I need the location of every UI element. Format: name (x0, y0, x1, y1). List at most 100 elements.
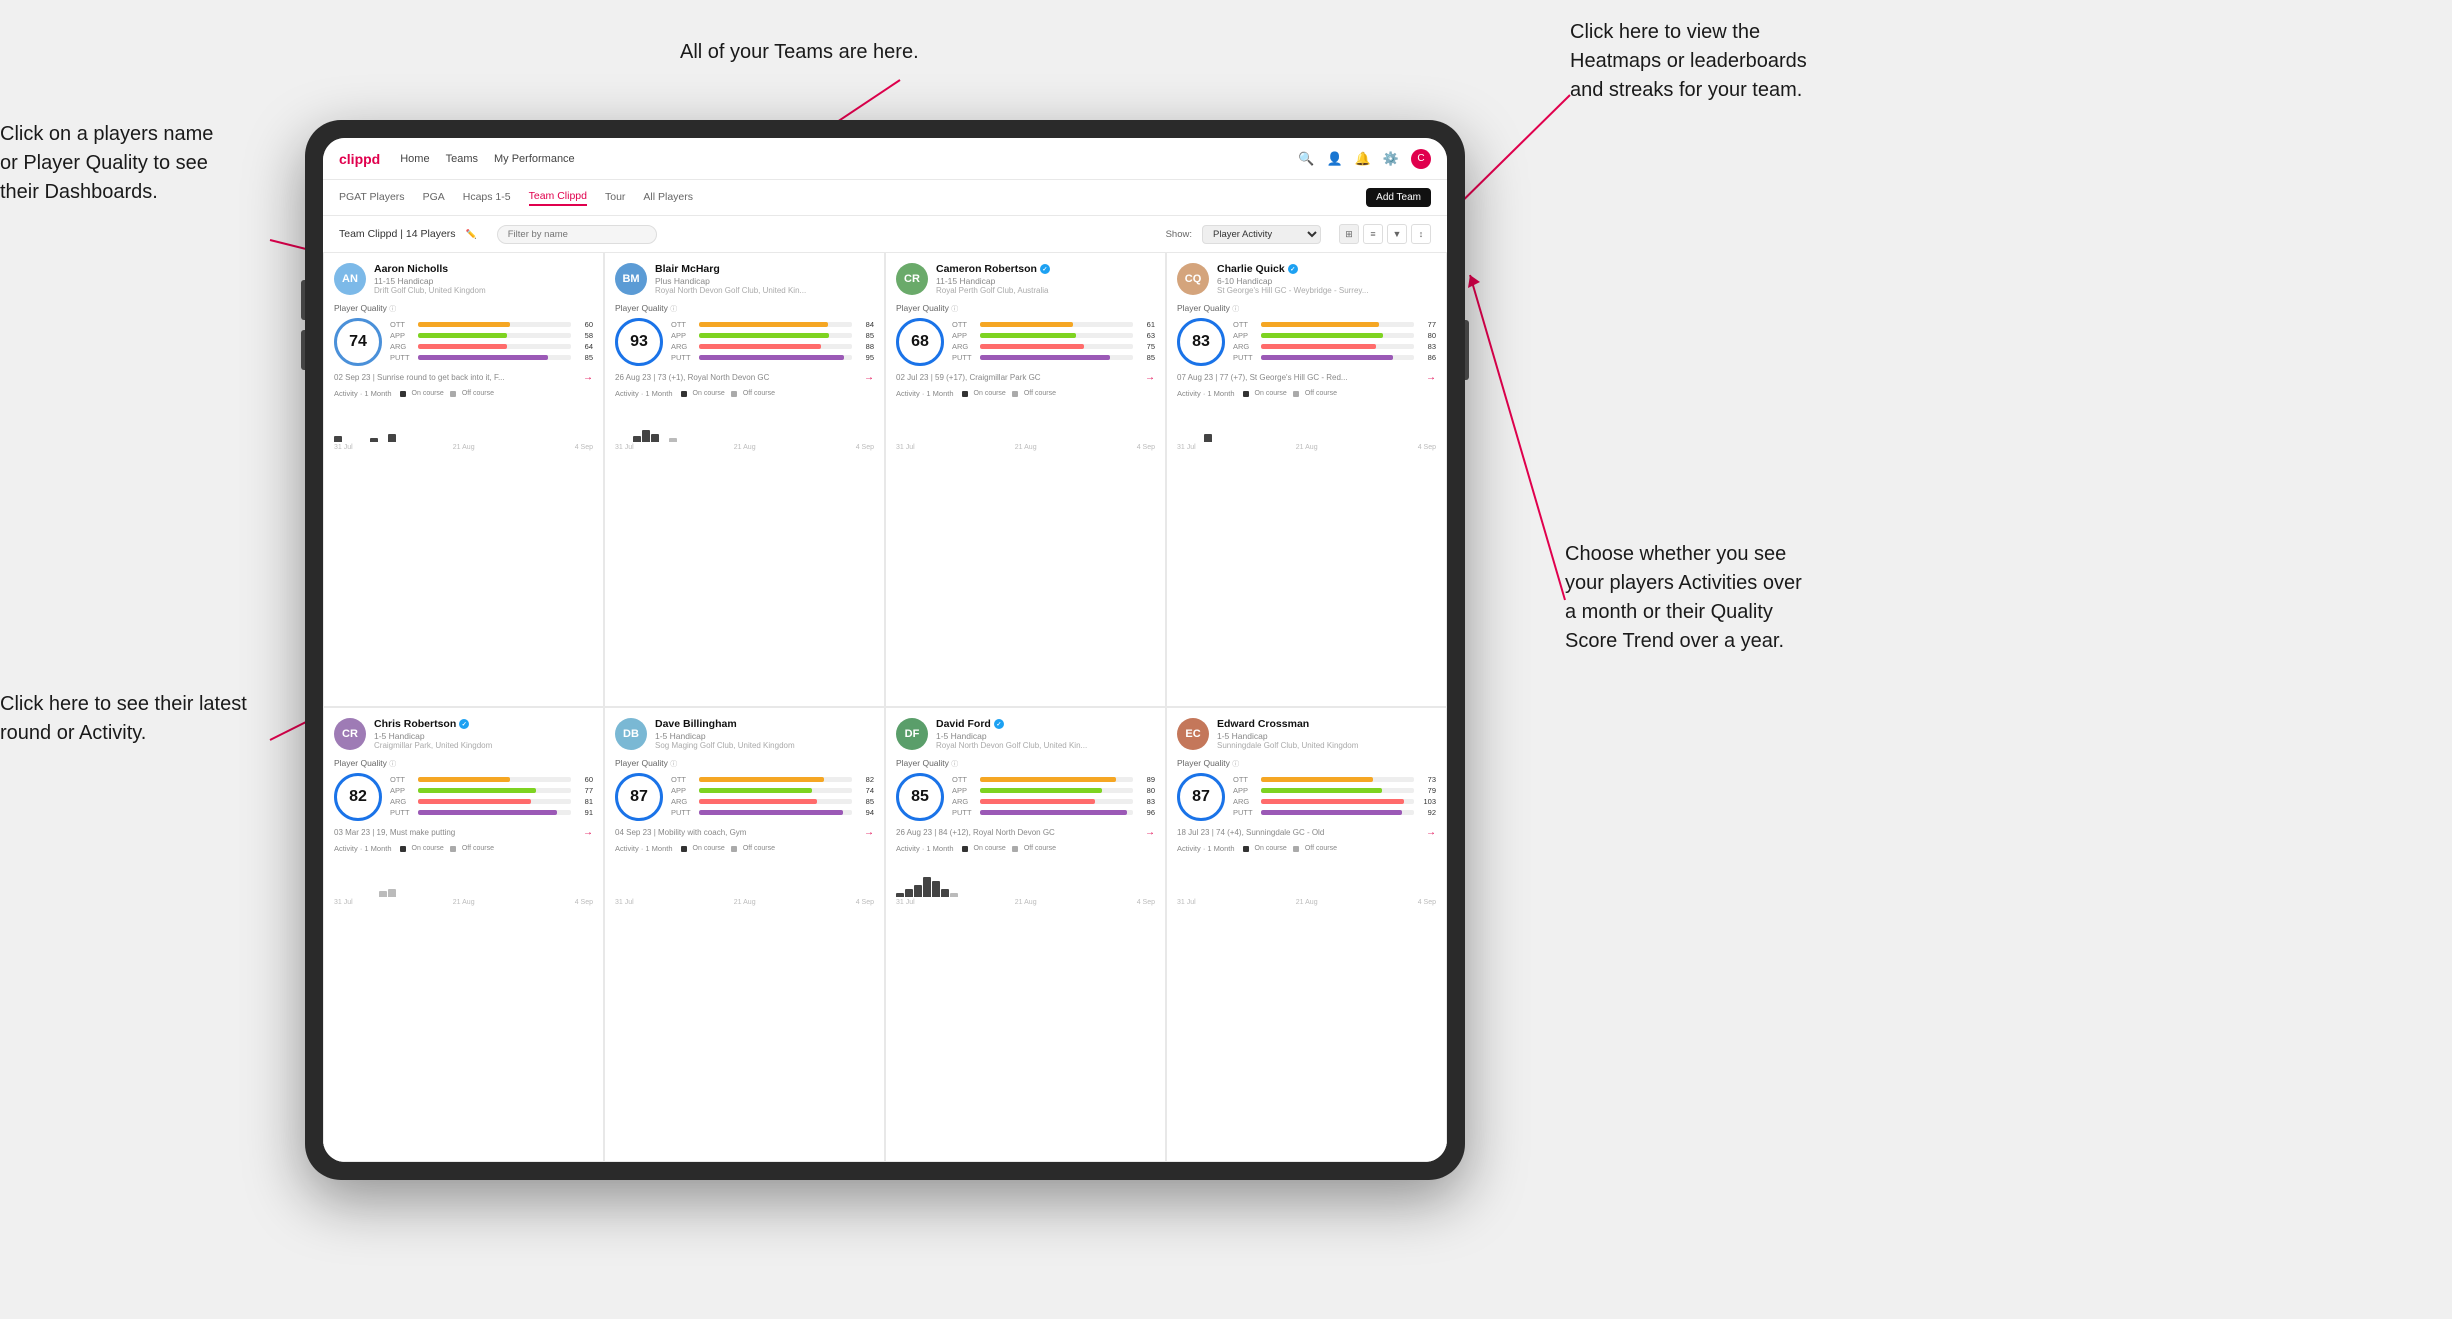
player-info: Blair McHarg Plus Handicap Royal North D… (655, 263, 874, 295)
latest-round[interactable]: 18 Jul 23 | 74 (+4), Sunningdale GC - Ol… (1177, 827, 1436, 838)
off-course-legend (731, 846, 737, 852)
quality-label: Player Quality ⓘ (896, 758, 1155, 769)
app-stat: APP 63 (952, 331, 1155, 340)
player-card-header: CR Cameron Robertson ✓ 11-15 Handicap Ro… (896, 263, 1155, 295)
on-course-legend (1243, 846, 1249, 852)
round-arrow-icon[interactable]: → (864, 827, 874, 838)
tab-all-players[interactable]: All Players (643, 191, 693, 205)
settings-icon[interactable]: ⚙️ (1383, 151, 1399, 167)
bell-icon[interactable]: 🔔 (1355, 151, 1371, 167)
latest-round[interactable]: 02 Sep 23 | Sunrise round to get back in… (334, 372, 593, 383)
verified-icon: ✓ (459, 719, 469, 729)
tab-pga[interactable]: PGA (423, 191, 445, 205)
show-select[interactable]: Player Activity Quality Score Trend (1202, 225, 1321, 244)
round-arrow-icon[interactable]: → (1145, 827, 1155, 838)
player-handicap: 11-15 Handicap (374, 276, 593, 286)
quality-section: 87 OTT 73 APP 79 ARG (1177, 773, 1436, 821)
latest-round[interactable]: 26 Aug 23 | 84 (+12), Royal North Devon … (896, 827, 1155, 838)
arg-stat: ARG 83 (1233, 342, 1436, 351)
player-card: DB Dave Billingham 1-5 Handicap Sog Magi… (604, 707, 885, 1162)
latest-round[interactable]: 02 Jul 23 | 59 (+17), Craigmillar Park G… (896, 372, 1155, 383)
activity-section: Activity · 1 Month On course Off course … (334, 389, 593, 451)
quality-score[interactable]: 83 (1177, 318, 1225, 366)
round-arrow-icon[interactable]: → (864, 372, 874, 383)
quality-score[interactable]: 87 (1177, 773, 1225, 821)
profile-icon[interactable]: 👤 (1326, 151, 1342, 167)
filter-input[interactable] (497, 225, 657, 244)
ipad-frame: clippd Home Teams My Performance 🔍 👤 🔔 ⚙… (305, 120, 1465, 1180)
annotation-right-bottom: Choose whether you see your players Acti… (1565, 540, 1802, 656)
off-course-legend (450, 846, 456, 852)
quality-score[interactable]: 68 (896, 318, 944, 366)
activity-chart (1177, 857, 1436, 897)
player-club: Drift Golf Club, United Kingdom (374, 286, 593, 295)
annotation-top-right: Click here to view the Heatmaps or leade… (1570, 18, 1807, 105)
edit-icon[interactable]: ✏️ (466, 229, 477, 240)
team-header: Team Clippd | 14 Players ✏️ Show: Player… (323, 216, 1447, 252)
verified-icon: ✓ (1288, 264, 1298, 274)
latest-round[interactable]: 26 Aug 23 | 73 (+1), Royal North Devon G… (615, 372, 874, 383)
player-club: Royal North Devon Golf Club, United Kin.… (655, 286, 874, 295)
view-icons: ⊞ ≡ ▼ ↕ (1339, 224, 1431, 244)
chart-dates: 31 Jul 21 Aug 4 Sep (896, 899, 1155, 906)
chart-dates: 31 Jul 21 Aug 4 Sep (615, 444, 874, 451)
tab-team-clippd[interactable]: Team Clippd (529, 190, 587, 206)
player-info: David Ford ✓ 1-5 Handicap Royal North De… (936, 718, 1155, 750)
quality-section: 83 OTT 77 APP 80 ARG (1177, 318, 1436, 366)
avatar-icon[interactable]: C (1411, 149, 1431, 169)
nav-teams[interactable]: Teams (446, 153, 478, 165)
quality-section: 85 OTT 89 APP 80 ARG (896, 773, 1155, 821)
sort-icon[interactable]: ↕ (1411, 224, 1431, 244)
round-arrow-icon[interactable]: → (1426, 827, 1436, 838)
quality-score[interactable]: 93 (615, 318, 663, 366)
player-name[interactable]: Dave Billingham (655, 718, 874, 730)
avatar: BM (615, 263, 647, 295)
activity-header: Activity · 1 Month On course Off course (334, 844, 593, 853)
latest-round[interactable]: 03 Mar 23 | 19, Must make putting → (334, 827, 593, 838)
search-icon[interactable]: 🔍 (1298, 151, 1314, 167)
player-name[interactable]: Chris Robertson ✓ (374, 718, 593, 730)
quality-score[interactable]: 74 (334, 318, 382, 366)
quality-section: 93 OTT 84 APP 85 ARG (615, 318, 874, 366)
player-name[interactable]: Edward Crossman (1217, 718, 1436, 730)
ott-stat: OTT 60 (390, 775, 593, 784)
player-name[interactable]: Cameron Robertson ✓ (936, 263, 1155, 275)
avatar: EC (1177, 718, 1209, 750)
quality-score[interactable]: 85 (896, 773, 944, 821)
tab-hcaps[interactable]: Hcaps 1-5 (463, 191, 511, 205)
round-arrow-icon[interactable]: → (583, 372, 593, 383)
filter-icon[interactable]: ▼ (1387, 224, 1407, 244)
latest-round[interactable]: 04 Sep 23 | Mobility with coach, Gym → (615, 827, 874, 838)
latest-round[interactable]: 07 Aug 23 | 77 (+7), St George's Hill GC… (1177, 372, 1436, 383)
nav-performance[interactable]: My Performance (494, 153, 575, 165)
activity-header: Activity · 1 Month On course Off course (615, 844, 874, 853)
quality-stats: OTT 61 APP 63 ARG (952, 320, 1155, 364)
off-course-legend (731, 391, 737, 397)
putt-stat: PUTT 95 (671, 353, 874, 362)
activity-header: Activity · 1 Month On course Off course (1177, 389, 1436, 398)
player-name[interactable]: Aaron Nicholls (374, 263, 593, 275)
avatar: CQ (1177, 263, 1209, 295)
player-handicap: 11-15 Handicap (936, 276, 1155, 286)
activity-section: Activity · 1 Month On course Off course … (1177, 389, 1436, 451)
list-view-icon[interactable]: ≡ (1363, 224, 1383, 244)
player-card-header: CR Chris Robertson ✓ 1-5 Handicap Craigm… (334, 718, 593, 750)
add-team-button[interactable]: Add Team (1366, 188, 1431, 207)
round-arrow-icon[interactable]: → (1145, 372, 1155, 383)
player-name[interactable]: Charlie Quick ✓ (1217, 263, 1436, 275)
activity-legend: On course Off course (400, 390, 494, 397)
round-arrow-icon[interactable]: → (583, 827, 593, 838)
quality-score[interactable]: 87 (615, 773, 663, 821)
nav-home[interactable]: Home (400, 153, 429, 165)
player-name[interactable]: David Ford ✓ (936, 718, 1155, 730)
player-card: CR Chris Robertson ✓ 1-5 Handicap Craigm… (323, 707, 604, 1162)
grid-view-icon[interactable]: ⊞ (1339, 224, 1359, 244)
quality-score[interactable]: 82 (334, 773, 382, 821)
nav-links: Home Teams My Performance (400, 153, 574, 165)
tab-tour[interactable]: Tour (605, 191, 625, 205)
ott-stat: OTT 61 (952, 320, 1155, 329)
on-course-legend (681, 391, 687, 397)
tab-pgat[interactable]: PGAT Players (339, 191, 405, 205)
round-arrow-icon[interactable]: → (1426, 372, 1436, 383)
player-name[interactable]: Blair McHarg (655, 263, 874, 275)
